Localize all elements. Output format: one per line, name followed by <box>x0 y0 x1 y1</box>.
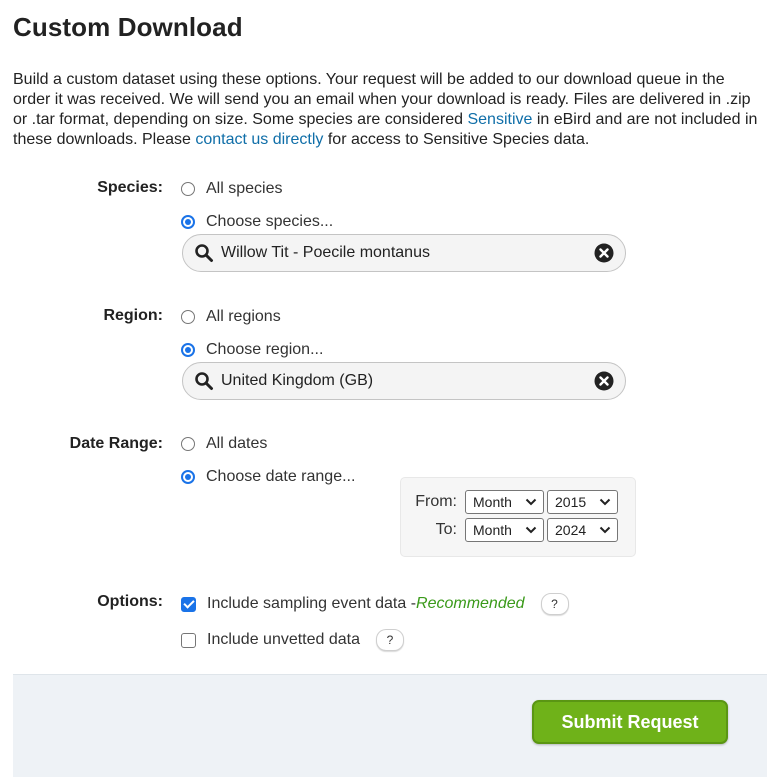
chevron-down-icon <box>599 498 611 506</box>
species-choose-label: Choose species... <box>206 213 334 230</box>
to-year-value: 2024 <box>555 522 587 538</box>
intro-text-3: for access to Sensitive Species data. <box>323 131 590 148</box>
magnifier-icon <box>195 372 213 390</box>
contact-link[interactable]: contact us directly <box>195 131 323 148</box>
region-choose-radio[interactable] <box>181 343 195 357</box>
from-month-select[interactable]: Month <box>465 490 544 514</box>
help-icon[interactable]: ? <box>540 593 569 615</box>
to-month-value: Month <box>473 522 512 538</box>
options-label: Options: <box>97 593 163 610</box>
clear-icon[interactable] <box>594 243 614 263</box>
region-choose-label: Choose region... <box>206 341 324 358</box>
dates-choose-radio[interactable] <box>181 470 195 484</box>
dates-choose-label: Choose date range... <box>206 468 356 485</box>
from-year-value: 2015 <box>555 494 587 510</box>
help-icon[interactable]: ? <box>376 629 405 651</box>
to-year-select[interactable]: 2024 <box>547 518 618 542</box>
region-label: Region: <box>103 307 163 324</box>
form-footer: Submit Request <box>13 674 767 777</box>
chevron-down-icon <box>599 526 611 534</box>
sampling-option[interactable]: Include sampling event data - Recommende… <box>181 593 569 615</box>
recommended-tag: Recommended <box>416 595 525 612</box>
species-search-field[interactable]: Willow Tit - Poecile montanus <box>182 234 626 272</box>
from-label: From: <box>415 493 457 510</box>
dates-choose-option[interactable]: Choose date range... <box>181 468 355 486</box>
sampling-checkbox[interactable] <box>181 596 196 612</box>
page-title: Custom Download <box>13 12 243 42</box>
sampling-label: Include sampling event data - <box>207 595 417 612</box>
date-range-label: Date Range: <box>69 435 163 452</box>
species-choose-option[interactable]: Choose species... <box>181 213 333 231</box>
unvetted-checkbox[interactable] <box>181 632 196 648</box>
species-label: Species: <box>97 179 163 196</box>
to-month-select[interactable]: Month <box>465 518 544 542</box>
region-search-value[interactable]: United Kingdom (GB) <box>221 372 594 390</box>
dates-all-radio[interactable] <box>181 437 195 451</box>
from-year-select[interactable]: 2015 <box>547 490 618 514</box>
chevron-down-icon <box>525 526 537 534</box>
from-month-value: Month <box>473 494 512 510</box>
species-search-value[interactable]: Willow Tit - Poecile montanus <box>221 244 594 262</box>
to-row: To: Month 2024 <box>401 518 618 542</box>
species-all-option[interactable]: All species <box>181 180 282 198</box>
region-all-option[interactable]: All regions <box>181 308 281 326</box>
sensitive-link[interactable]: Sensitive <box>467 111 532 128</box>
dates-all-option[interactable]: All dates <box>181 435 267 453</box>
unvetted-label: Include unvetted data <box>207 631 361 648</box>
species-choose-radio[interactable] <box>181 215 195 229</box>
region-all-radio[interactable] <box>181 310 195 324</box>
chevron-down-icon <box>525 498 537 506</box>
species-all-label: All species <box>206 180 283 197</box>
dates-all-label: All dates <box>206 435 268 452</box>
submit-request-button[interactable]: Submit Request <box>532 700 728 744</box>
species-all-radio[interactable] <box>181 182 195 196</box>
date-range-panel: From: Month 2015 To: Month 2024 <box>400 477 636 557</box>
intro-paragraph: Build a custom dataset using these optio… <box>13 70 765 150</box>
region-all-label: All regions <box>206 308 281 325</box>
region-choose-option[interactable]: Choose region... <box>181 341 323 359</box>
from-row: From: Month 2015 <box>401 490 618 514</box>
region-search-field[interactable]: United Kingdom (GB) <box>182 362 626 400</box>
to-label: To: <box>435 521 457 538</box>
unvetted-option[interactable]: Include unvetted data ? <box>181 629 405 651</box>
clear-icon[interactable] <box>594 371 614 391</box>
magnifier-icon <box>195 244 213 262</box>
